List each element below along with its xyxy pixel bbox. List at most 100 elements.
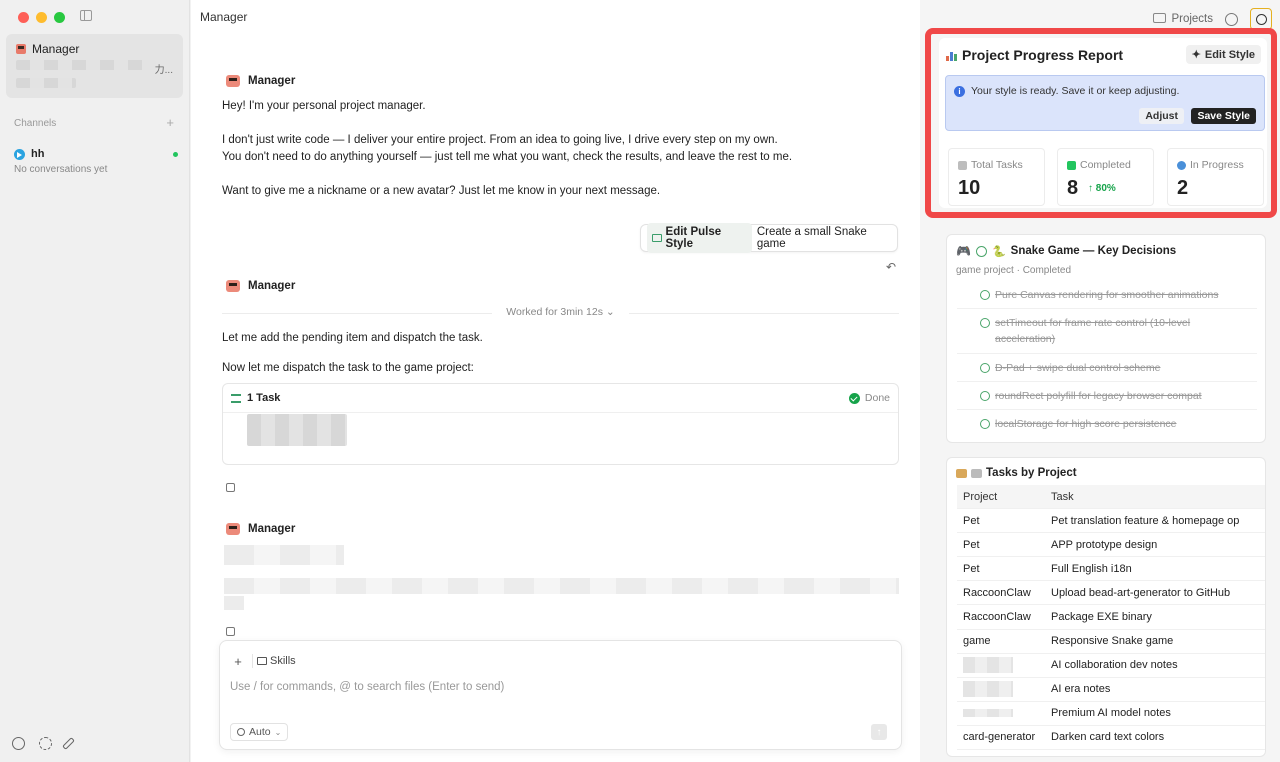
decision-item: setTimeout for frame rate control (10-le… <box>995 317 1191 345</box>
channel-item-hh[interactable]: hh No conversations yet <box>14 148 178 175</box>
sidebar: Manager 力... Channels + hh No conversati… <box>0 0 190 762</box>
settings-gear-icon[interactable] <box>39 737 52 750</box>
history-clock-icon[interactable] <box>1225 12 1238 26</box>
author-name: Manager <box>248 280 296 292</box>
decision-item: roundRect polyfill for legacy browser co… <box>995 390 1202 402</box>
task-cell: Full English i18n <box>1051 562 1132 575</box>
stat-value: 10 <box>958 177 981 199</box>
project-cell-blurred <box>963 681 1013 698</box>
online-status-dot <box>173 151 178 157</box>
task-cell: Upload bead-art-generator to GitHub <box>1051 586 1231 599</box>
column-header-task: Task <box>1051 490 1074 503</box>
edit-style-label: Edit Style <box>1204 48 1255 61</box>
project-cell-blurred <box>963 657 1013 674</box>
project-cell: game <box>963 635 991 648</box>
snake-decisions-card: 🎮 🐍 Snake Game — Key Decisions game proj… <box>946 234 1266 443</box>
divider <box>957 381 1257 382</box>
check-circle-icon <box>848 392 860 404</box>
task-cell: Responsive Snake game <box>1051 635 1174 648</box>
manager-avatar-icon <box>226 523 240 535</box>
user-profile-icon[interactable] <box>12 737 25 750</box>
project-cell: RaccoonClaw <box>963 586 1031 599</box>
close-window-button[interactable] <box>18 12 29 23</box>
column-header-project: Project <box>963 490 998 503</box>
task-count-label: 1 Task <box>247 392 281 404</box>
table-row[interactable]: Pet Full English i18n <box>957 557 1265 582</box>
task-status-badge: Done <box>848 392 890 404</box>
table-row[interactable]: Pet Pet translation feature & homepage op <box>957 509 1265 534</box>
copy-icon[interactable] <box>226 627 235 636</box>
stat-completed: Completed 8 ↑ 80% <box>1057 148 1154 206</box>
projects-button[interactable]: Projects <box>1153 13 1213 25</box>
info-icon: i <box>954 86 965 97</box>
table-row[interactable]: Pet APP prototype design <box>957 533 1265 558</box>
table-row[interactable]: card-generator Darken card text colors <box>957 726 1265 751</box>
attach-plus-button[interactable]: + <box>230 653 246 669</box>
sidebar-footer <box>12 737 75 750</box>
pulse-toggle-button[interactable] <box>1250 8 1272 30</box>
add-channel-button[interactable]: + <box>166 116 174 129</box>
pulse-icon <box>1255 13 1267 25</box>
project-cell: RaccoonClaw <box>963 611 1031 624</box>
table-row[interactable]: RaccoonClaw Upload bead-art-generator to … <box>957 581 1265 606</box>
task-card[interactable]: 1 Task Done <box>222 383 899 465</box>
divider <box>957 409 1257 410</box>
copy-icon[interactable] <box>226 483 235 492</box>
compose-pen-icon[interactable] <box>62 737 75 750</box>
task-cell: Premium AI model notes <box>1051 707 1171 720</box>
refresh-icon <box>1177 160 1186 170</box>
panel-toolbar: Projects <box>1153 8 1272 30</box>
message-line: Hey! I'm your personal project manager. <box>222 100 426 112</box>
stat-label: Completed <box>1080 159 1131 171</box>
message-line: Let me add the pending item and dispatch… <box>222 332 483 344</box>
skills-button[interactable]: Skills <box>252 654 300 668</box>
send-button[interactable]: ↑ <box>871 724 887 740</box>
edit-style-button[interactable]: ✦ Edit Style <box>1185 45 1261 64</box>
conversation-preview-fragment: 力... <box>154 65 173 76</box>
sparkle-icon: ✦ <box>1191 49 1201 61</box>
clipboard-icon <box>958 160 967 170</box>
divider <box>957 353 1257 354</box>
table-row[interactable]: Premium AI model notes <box>957 702 1265 726</box>
mode-icon <box>237 728 245 736</box>
task-cell: AI collaboration dev notes <box>1051 659 1178 672</box>
check-circle-icon <box>980 363 990 373</box>
check-circle-icon <box>980 318 990 328</box>
tasks-by-project-title-text: Tasks by Project <box>986 467 1077 479</box>
table-row[interactable]: AI era notes <box>957 678 1265 702</box>
tag-label: Edit Pulse Style <box>665 226 722 250</box>
table-row[interactable]: game Responsive Snake game <box>957 630 1265 654</box>
table-row[interactable]: AI collaboration dev notes <box>957 654 1265 678</box>
check-circle-icon <box>980 391 990 401</box>
tasks-by-project-title: Tasks by Project <box>956 467 1077 479</box>
message-input[interactable] <box>230 681 860 693</box>
table-row[interactable]: RaccoonClaw Package EXE binary <box>957 605 1265 630</box>
mode-select[interactable]: Auto ⌄ <box>230 723 289 741</box>
sidebar-toggle-icon[interactable] <box>80 10 92 21</box>
worked-duration-toggle[interactable]: Worked for 3min 12s ⌄ <box>222 306 899 318</box>
gamepad-icon: 🎮 <box>956 244 971 258</box>
window-controls <box>18 12 65 23</box>
author-name: Manager <box>248 75 296 87</box>
check-circle-icon <box>980 290 990 300</box>
stat-label: In Progress <box>1190 159 1244 171</box>
maximize-window-button[interactable] <box>54 12 65 23</box>
stat-value: 8 <box>1067 177 1079 199</box>
divider <box>957 308 1257 309</box>
folder-icon <box>1153 13 1167 23</box>
task-cell: AI era notes <box>1051 683 1111 696</box>
save-style-button[interactable]: Save Style <box>1191 108 1256 124</box>
snake-title-text: Snake Game — Key Decisions <box>1010 245 1177 257</box>
minimize-window-button[interactable] <box>36 12 47 23</box>
adjust-button[interactable]: Adjust <box>1139 108 1184 124</box>
skills-label: Skills <box>270 655 296 667</box>
channels-header: Channels + <box>14 116 174 129</box>
message-content-blurred <box>224 596 244 610</box>
edit-pulse-style-tag[interactable]: Edit Pulse Style <box>647 223 752 253</box>
decision-item: localStorage for high score persistence <box>995 418 1177 430</box>
undo-icon[interactable]: ↶ <box>886 260 896 274</box>
message-body: Hey! I'm your personal project manager. … <box>222 98 902 200</box>
notice-text: Your style is ready. Save it or keep adj… <box>971 85 1180 97</box>
conversation-item-manager[interactable]: Manager 力... <box>6 34 183 98</box>
style-ready-notice: i Your style is ready. Save it or keep a… <box>945 75 1265 131</box>
